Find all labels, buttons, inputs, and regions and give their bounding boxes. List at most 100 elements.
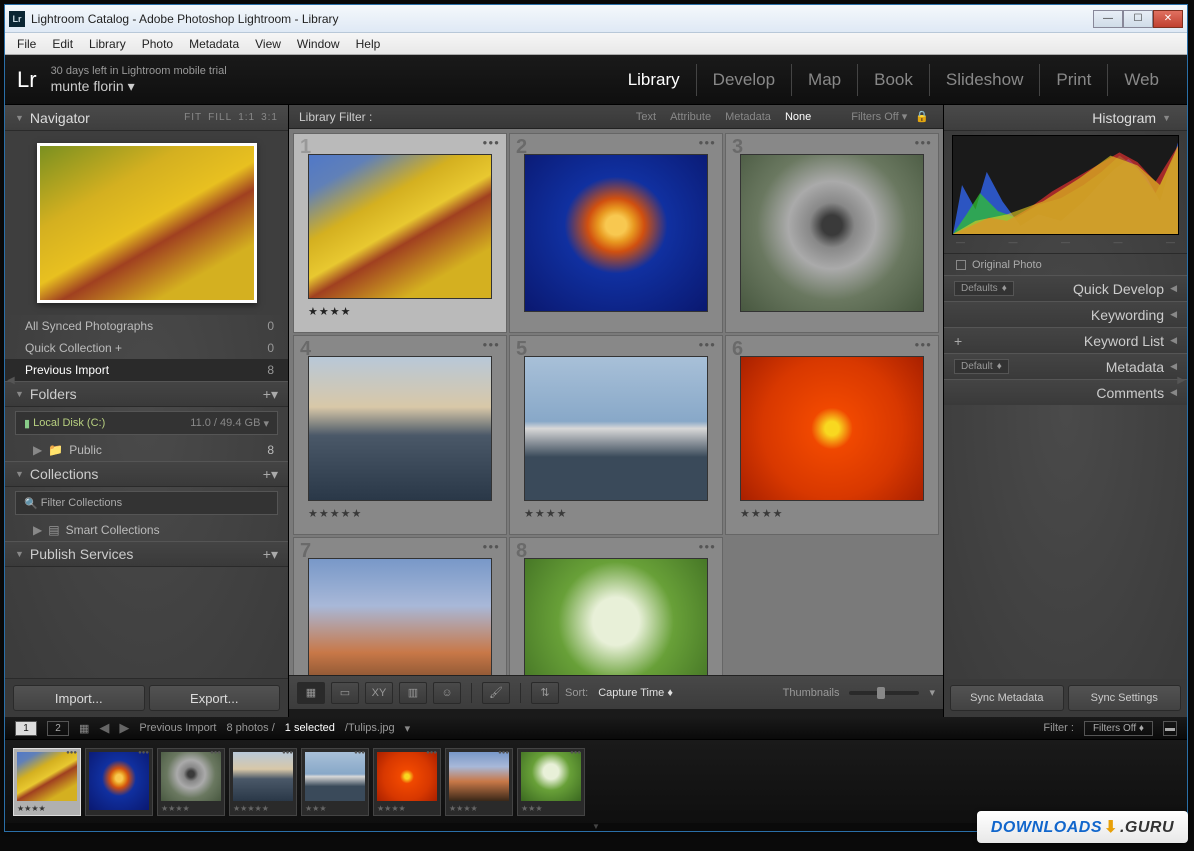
keywording-header[interactable]: Keywording ◀ — [944, 301, 1187, 327]
collections-header[interactable]: ▼ Collections +▾ — [5, 461, 288, 487]
forward-button[interactable]: ▶ — [119, 720, 129, 736]
sort-direction-button[interactable]: ⇅ — [531, 682, 559, 704]
quick-develop-header[interactable]: Defaults♦ Quick Develop ◀ — [944, 275, 1187, 301]
toolbar-menu-icon[interactable]: ▾ — [929, 686, 935, 699]
lock-icon[interactable]: 🔒 — [915, 110, 929, 123]
sync-metadata-button[interactable]: Sync Metadata — [950, 685, 1064, 711]
filmstrip-cell[interactable]: ●●●★★★★ — [445, 748, 513, 816]
module-library[interactable]: Library — [612, 64, 697, 96]
menu-window[interactable]: Window — [289, 35, 348, 53]
menu-help[interactable]: Help — [348, 35, 389, 53]
grid-cell[interactable]: 6●●●★★★★ — [725, 335, 939, 535]
module-develop[interactable]: Develop — [697, 64, 792, 96]
filmstrip-cell[interactable]: ●●●★★★★★ — [229, 748, 297, 816]
titlebar[interactable]: Lr Lightroom Catalog - Adobe Photoshop L… — [5, 5, 1187, 33]
right-panel-collapse-handle[interactable]: ▶ — [1177, 375, 1185, 386]
cell-menu-icon[interactable]: ●●● — [699, 138, 717, 147]
cell-menu-icon[interactable]: ●●● — [483, 340, 501, 349]
menu-library[interactable]: Library — [81, 35, 134, 53]
filmstrip-cell[interactable]: ●●● — [85, 748, 153, 816]
second-window-button[interactable]: 2 — [47, 721, 69, 736]
menu-photo[interactable]: Photo — [134, 35, 181, 53]
menu-edit[interactable]: Edit — [44, 35, 81, 53]
filmstrip-cell[interactable]: ●●●★★★★ — [157, 748, 225, 816]
folder-row[interactable]: ▶📁Public8 — [5, 439, 288, 461]
filters-toggle[interactable]: Filters Off ▾ — [851, 110, 907, 123]
menu-file[interactable]: File — [9, 35, 44, 53]
rating-stars[interactable]: ★★★★ — [308, 305, 492, 318]
menu-view[interactable]: View — [247, 35, 289, 53]
cell-menu-icon[interactable]: ●●● — [915, 138, 933, 147]
catalog-row[interactable]: Previous Import8 — [5, 359, 288, 381]
survey-view-button[interactable]: ▥ — [399, 682, 427, 704]
navigator-header[interactable]: ▼ Navigator FITFILL1:13:1 — [5, 105, 288, 131]
filmstrip-cell[interactable]: ●●●★★★★ — [373, 748, 441, 816]
navigator-preview[interactable] — [5, 131, 288, 315]
grid-cell[interactable]: 4●●●★★★★★ — [293, 335, 507, 535]
minimize-button[interactable]: — — [1093, 10, 1123, 28]
module-web[interactable]: Web — [1108, 64, 1175, 96]
filter-switch[interactable]: ▬ — [1163, 721, 1177, 736]
grid-cell[interactable]: 8●●● — [509, 537, 723, 675]
export-button[interactable]: Export... — [149, 685, 281, 711]
add-publish-icon[interactable]: +▾ — [263, 546, 278, 563]
publish-header[interactable]: ▼ Publish Services +▾ — [5, 541, 288, 567]
grid-icon[interactable]: ▦ — [79, 722, 89, 735]
grid-view-button[interactable]: ▦ — [297, 682, 325, 704]
histogram[interactable] — [952, 135, 1179, 235]
painter-button[interactable]: 🖌 — [482, 682, 510, 704]
rating-stars[interactable]: ★★★★ — [524, 507, 708, 520]
cell-menu-icon[interactable]: ●●● — [483, 542, 501, 551]
original-photo-row[interactable]: Original Photo — [944, 253, 1187, 275]
thumbnail-size-slider[interactable] — [849, 691, 919, 695]
grid-cell[interactable]: 5●●●★★★★ — [509, 335, 723, 535]
module-map[interactable]: Map — [792, 64, 858, 96]
original-checkbox[interactable] — [956, 260, 966, 270]
filter-tab-metadata[interactable]: Metadata — [725, 111, 771, 123]
module-slideshow[interactable]: Slideshow — [930, 64, 1041, 96]
filter-preset-select[interactable]: Filters Off ♦ — [1084, 721, 1153, 736]
sync-settings-button[interactable]: Sync Settings — [1068, 685, 1182, 711]
maximize-button[interactable]: ☐ — [1123, 10, 1153, 28]
main-window-button[interactable]: 1 — [15, 721, 37, 736]
collection-row[interactable]: ▶▤Smart Collections — [5, 519, 288, 541]
sort-select[interactable]: Capture Time ♦ — [598, 687, 673, 699]
menu-metadata[interactable]: Metadata — [181, 35, 247, 53]
add-keyword-icon[interactable]: + — [954, 333, 962, 349]
import-button[interactable]: Import... — [13, 685, 145, 711]
back-button[interactable]: ◀ — [99, 720, 109, 736]
rating-stars[interactable]: ★★★★ — [740, 507, 924, 520]
grid-cell[interactable]: 1●●●★★★★ — [293, 133, 507, 333]
identity-plate[interactable]: 30 days left in Lightroom mobile trial m… — [51, 65, 227, 95]
loupe-view-button[interactable]: ▭ — [331, 682, 359, 704]
rating-stars[interactable]: ★★★★★ — [308, 507, 492, 520]
cell-menu-icon[interactable]: ●●● — [699, 542, 717, 551]
filmstrip-cell[interactable]: ●●●★★★ — [517, 748, 585, 816]
catalog-row[interactable]: Quick Collection +0 — [5, 337, 288, 359]
qd-preset-select[interactable]: Defaults♦ — [954, 281, 1014, 296]
grid-cell[interactable]: 7●●● — [293, 537, 507, 675]
catalog-row[interactable]: All Synced Photographs0 — [5, 315, 288, 337]
add-folder-icon[interactable]: +▾ — [263, 386, 278, 403]
folders-header[interactable]: ▼ Folders +▾ — [5, 381, 288, 407]
module-print[interactable]: Print — [1040, 64, 1108, 96]
metadata-header[interactable]: Default♦ Metadata ◀ — [944, 353, 1187, 379]
keyword-list-header[interactable]: + Keyword List ◀ — [944, 327, 1187, 353]
volume-row[interactable]: ▮ Local Disk (C:) 11.0 / 49.4 GB ▾ — [15, 411, 278, 435]
compare-view-button[interactable]: XY — [365, 682, 393, 704]
source-label[interactable]: Previous Import — [139, 722, 216, 734]
filmstrip-cell[interactable]: ●●●★★★ — [301, 748, 369, 816]
navigator-zoom-opts[interactable]: FITFILL1:13:1 — [178, 112, 278, 123]
metadata-preset-select[interactable]: Default♦ — [954, 359, 1009, 374]
cell-menu-icon[interactable]: ●●● — [915, 340, 933, 349]
filter-tab-text[interactable]: Text — [636, 111, 656, 123]
filter-tab-attribute[interactable]: Attribute — [670, 111, 711, 123]
cell-menu-icon[interactable]: ●●● — [483, 138, 501, 147]
grid-cell[interactable]: 3●●● — [725, 133, 939, 333]
grid-cell[interactable]: 2●●● — [509, 133, 723, 333]
close-button[interactable]: ✕ — [1153, 10, 1183, 28]
comments-header[interactable]: Comments ◀ — [944, 379, 1187, 405]
add-collection-icon[interactable]: +▾ — [263, 466, 278, 483]
histogram-header[interactable]: Histogram ▼ — [944, 105, 1187, 131]
chevron-down-icon[interactable]: ▾ — [405, 722, 411, 735]
